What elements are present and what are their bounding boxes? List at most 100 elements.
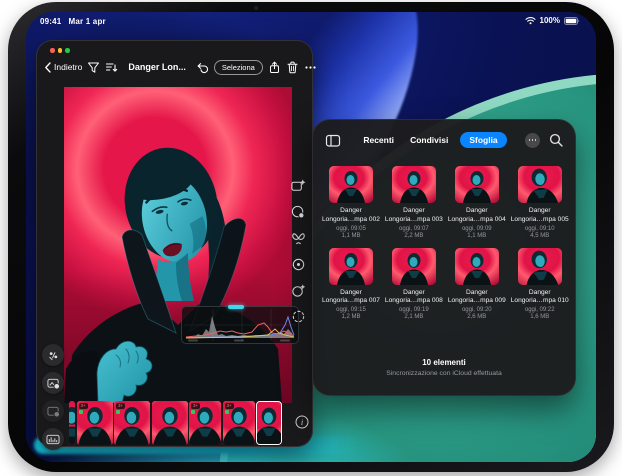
histogram-curves	[182, 307, 298, 343]
tabs-strip: Recenti Condivisi Sfoglia	[359, 132, 506, 148]
file-item[interactable]: DangerLongoria…mpa 002 oggi, 09:051,1 MB	[322, 166, 380, 239]
effects-icon[interactable]	[289, 281, 307, 299]
filmstrip-thumb[interactable]	[69, 401, 75, 445]
file-name: DangerLongoria…mpa 009	[448, 289, 506, 306]
file-size: 2,1 MB	[404, 314, 423, 320]
file-thumbnail[interactable]	[455, 248, 499, 285]
white-balance-icon[interactable]	[289, 203, 307, 221]
photo-editor-window: Indietro Danger Lon... Seleziona	[36, 40, 313, 447]
histogram-icon[interactable]	[42, 428, 64, 450]
woman-portrait	[64, 87, 292, 403]
file-date: oggi, 09:09	[462, 226, 492, 232]
file-size: 1,6 MB	[530, 314, 549, 320]
filter-icon[interactable]	[87, 61, 100, 74]
info-icon[interactable]: i	[295, 415, 309, 429]
editing-tools-column	[285, 177, 311, 325]
file-item[interactable]: DangerLongoria…mpa 004oggi, 09:091,1 MB	[448, 166, 506, 239]
filmstrip-thumb[interactable]	[152, 401, 188, 445]
trash-icon[interactable]	[286, 61, 299, 74]
editor-toolbar: Indietro Danger Lon... Seleziona	[44, 57, 305, 77]
select-button[interactable]: Seleziona	[214, 60, 263, 75]
file-size: 1,2 MB	[341, 314, 360, 320]
file-thumbnail[interactable]	[392, 166, 436, 203]
svg-text:i: i	[301, 417, 304, 427]
photo-canvas[interactable]	[64, 87, 292, 403]
histogram-overlay[interactable]	[181, 306, 299, 344]
battery-percent: 100%	[540, 16, 560, 25]
window-controls[interactable]	[50, 48, 70, 53]
file-date: oggi, 09:10	[525, 226, 555, 232]
battery-icon	[564, 17, 580, 25]
file-size: 4,5 MB	[530, 233, 549, 239]
search-icon[interactable]	[549, 133, 563, 147]
edit-badge: 3+	[191, 403, 200, 414]
sync-status: Sincronizzazione con iCloud effettuata	[313, 370, 575, 377]
adjust-icon[interactable]	[42, 344, 64, 366]
file-name: DangerLongoria…mpa 010	[511, 289, 569, 306]
browser-tab-bar: Recenti Condivisi Sfoglia	[325, 129, 563, 151]
screen: 09:41 Mar 1 apr 100% Indietro	[26, 12, 596, 462]
back-button[interactable]: Indietro	[44, 62, 82, 73]
filmstrip-thumb-selected[interactable]	[256, 401, 282, 445]
file-thumbnail[interactable]	[392, 248, 436, 285]
curves-icon[interactable]	[289, 229, 307, 247]
filmstrip: 3+ 3+ 3+ 3+	[69, 401, 282, 445]
file-name: DangerLongoria…mpa 005	[511, 207, 569, 224]
file-size: 2,2 MB	[404, 233, 423, 239]
status-date: Mar 1 apr	[68, 17, 105, 26]
file-date: oggi, 09:19	[399, 307, 429, 313]
file-thumbnail[interactable]	[329, 248, 373, 285]
share-icon[interactable]	[268, 61, 281, 74]
corner-tools-column	[42, 344, 64, 450]
filmstrip-thumb[interactable]: 3+	[223, 401, 255, 445]
close-dot[interactable]	[50, 48, 55, 53]
sort-icon[interactable]	[105, 61, 118, 74]
file-name: DangerLongoria…mpa 007	[322, 289, 380, 306]
ipad-device: 09:41 Mar 1 apr 100% Indietro	[8, 2, 614, 472]
file-item[interactable]: DangerLongoria…mpa 005 oggi, 09:104,5 MB	[511, 166, 569, 239]
photo-badge-icon[interactable]	[42, 372, 64, 394]
chevron-left-icon	[44, 62, 52, 73]
histogram-handle[interactable]	[228, 305, 244, 309]
file-thumbnail[interactable]	[518, 166, 562, 203]
file-item[interactable]: DangerLongoria…mpa 003oggi, 09:072,2 MB	[385, 166, 443, 239]
file-name: DangerLongoria…mpa 004	[448, 207, 506, 224]
editor-title: Danger Lon...	[128, 62, 186, 72]
undo-icon[interactable]	[196, 61, 209, 74]
file-item[interactable]: DangerLongoria…mpa 009oggi, 09:202,6 MB	[448, 248, 506, 321]
more-circle-icon[interactable]	[525, 133, 540, 148]
filmstrip-thumb[interactable]: 3+	[114, 401, 150, 445]
file-size: 1,1 MB	[341, 233, 360, 239]
edit-badge: 3+	[79, 403, 88, 414]
file-grid: DangerLongoria…mpa 002oggi, 09:051,1 MB …	[322, 166, 566, 320]
status-bar-left: 09:41 Mar 1 apr	[40, 17, 106, 26]
file-date: oggi, 09:05	[336, 226, 366, 232]
photo-browser-window: Recenti Condivisi Sfoglia DangerLongoria…m…	[312, 119, 576, 396]
file-item[interactable]: DangerLongoria…mpa 007oggi, 09:151,2 MB	[322, 248, 380, 321]
minimize-dot[interactable]	[58, 48, 63, 53]
edit-badge: 3+	[225, 403, 234, 414]
tab-sfoglia[interactable]: Sfoglia	[460, 132, 506, 148]
tab-recenti[interactable]: Recenti	[359, 132, 398, 148]
file-size: 2,6 MB	[467, 314, 486, 320]
filmstrip-thumb[interactable]: 3+	[77, 401, 113, 445]
vignette-icon[interactable]	[289, 307, 307, 325]
file-item[interactable]: DangerLongoria…mpa 010oggi, 09:221,6 MB	[511, 248, 569, 321]
file-item[interactable]: DangerLongoria…mpa 008oggi, 09:192,1 MB	[385, 248, 443, 321]
back-label: Indietro	[54, 62, 82, 72]
file-name: DangerLongoria…mpa 002	[322, 207, 380, 224]
zoom-dot[interactable]	[65, 48, 70, 53]
photo-gear-icon[interactable]	[42, 400, 64, 422]
more-icon[interactable]	[304, 61, 317, 74]
file-date: oggi, 09:15	[336, 307, 366, 313]
tab-condivisi[interactable]: Condivisi	[406, 132, 452, 148]
exposure-icon[interactable]	[289, 255, 307, 273]
filmstrip-thumb[interactable]: 3+	[189, 401, 221, 445]
file-thumbnail[interactable]	[518, 248, 562, 285]
enhance-icon[interactable]	[289, 177, 307, 195]
file-thumbnail[interactable]	[329, 166, 373, 203]
file-date: oggi, 09:22	[525, 307, 555, 313]
sidebar-icon[interactable]	[325, 133, 341, 148]
file-thumbnail[interactable]	[455, 166, 499, 203]
front-camera	[254, 6, 258, 10]
